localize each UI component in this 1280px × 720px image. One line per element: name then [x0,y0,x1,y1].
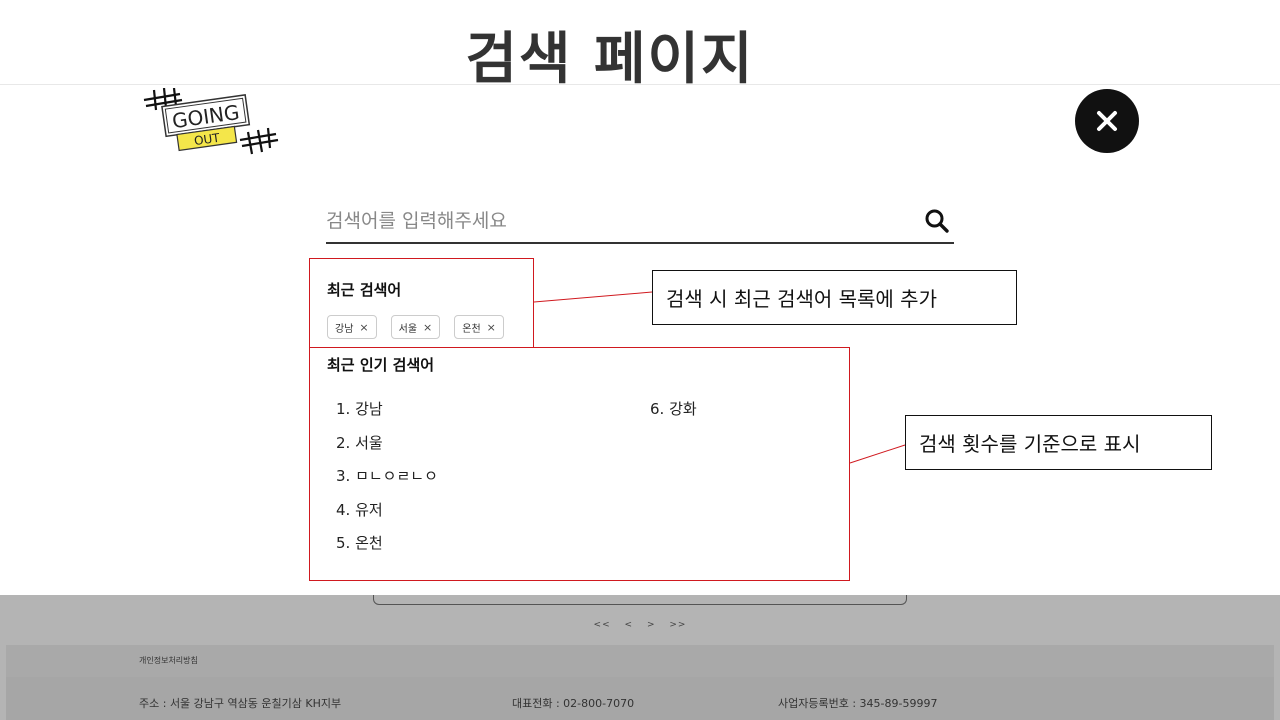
search-input[interactable] [326,200,906,242]
popular-searches-title: 최근 인기 검색어 [327,356,435,374]
pager-last-button[interactable]: >> [669,620,686,630]
annotation-popular-note: 검색 횟수를 기준으로 표시 [905,415,1212,470]
chip-remove-icon[interactable]: × [423,321,432,334]
recent-search-chip[interactable]: 서울 × [390,315,441,339]
pager-next-button[interactable]: > [647,620,656,630]
footer: 개인정보처리방침 주소 : 서울 강남구 역삼동 운칠기삼 KH지부 대표전화 … [6,645,1274,720]
header-divider [0,84,1280,85]
page-title: 검색 페이지 [465,27,755,92]
popular-searches-panel: 최근 인기 검색어 1. 강남 2. 서울 3. ㅁㄴㅇㄹㄴㅇ 4. 유저 5.… [309,347,850,581]
close-button[interactable] [1075,89,1139,153]
pager-prev-button[interactable]: < [625,620,634,630]
popular-search-item[interactable]: 1. 강남 [336,398,438,432]
privacy-policy-link[interactable]: 개인정보처리방침 [139,655,198,666]
footer-top-bar: 개인정보처리방침 [6,645,1274,677]
chip-remove-icon[interactable]: × [487,321,496,334]
annotation-recent-note: 검색 시 최근 검색어 목록에 추가 [652,270,1017,325]
close-icon [1097,111,1117,131]
going-out-logo[interactable]: GOING OUT [140,87,280,160]
underlying-panel-edge [373,595,907,605]
pager-first-button[interactable]: << [594,620,611,630]
popular-search-item[interactable]: 2. 서울 [336,432,438,466]
footer-phone: 대표전화 : 02-800-7070 [512,697,635,710]
pagination: << < > >> [0,620,1280,630]
recent-searches-title: 최근 검색어 [327,281,402,299]
footer-address: 주소 : 서울 강남구 역삼동 운칠기삼 KH지부 [139,697,342,710]
chip-remove-icon[interactable]: × [359,321,368,334]
recent-search-chip[interactable]: 강남 × [327,315,377,339]
recent-searches-panel: 최근 검색어 강남 × 서울 × 온천 × [309,258,534,348]
recent-search-chips: 강남 × 서울 × 온천 × [327,315,504,339]
footer-business-number: 사업자등록번호 : 345-89-59997 [778,697,938,710]
chip-label: 온천 [462,323,481,335]
popular-search-item[interactable]: 4. 유저 [336,499,438,533]
recent-search-chip[interactable]: 온천 × [454,315,504,339]
search-bar [326,200,954,244]
logo-graphic: GOING OUT [143,87,279,155]
popular-list-column-2: 6. 강화 [650,398,697,432]
connector-line-recent [533,291,653,303]
popular-list-column-1: 1. 강남 2. 서울 3. ㅁㄴㅇㄹㄴㅇ 4. 유저 5. 온천 [336,398,438,566]
popular-search-item[interactable]: 6. 강화 [650,398,697,432]
chip-label: 강남 [335,323,354,335]
popular-search-item[interactable]: 3. ㅁㄴㅇㄹㄴㅇ [336,465,438,499]
chip-label: 서울 [398,323,418,335]
popular-search-item[interactable]: 5. 온천 [336,532,438,566]
search-icon[interactable] [924,208,950,234]
connector-line-popular [849,444,906,464]
